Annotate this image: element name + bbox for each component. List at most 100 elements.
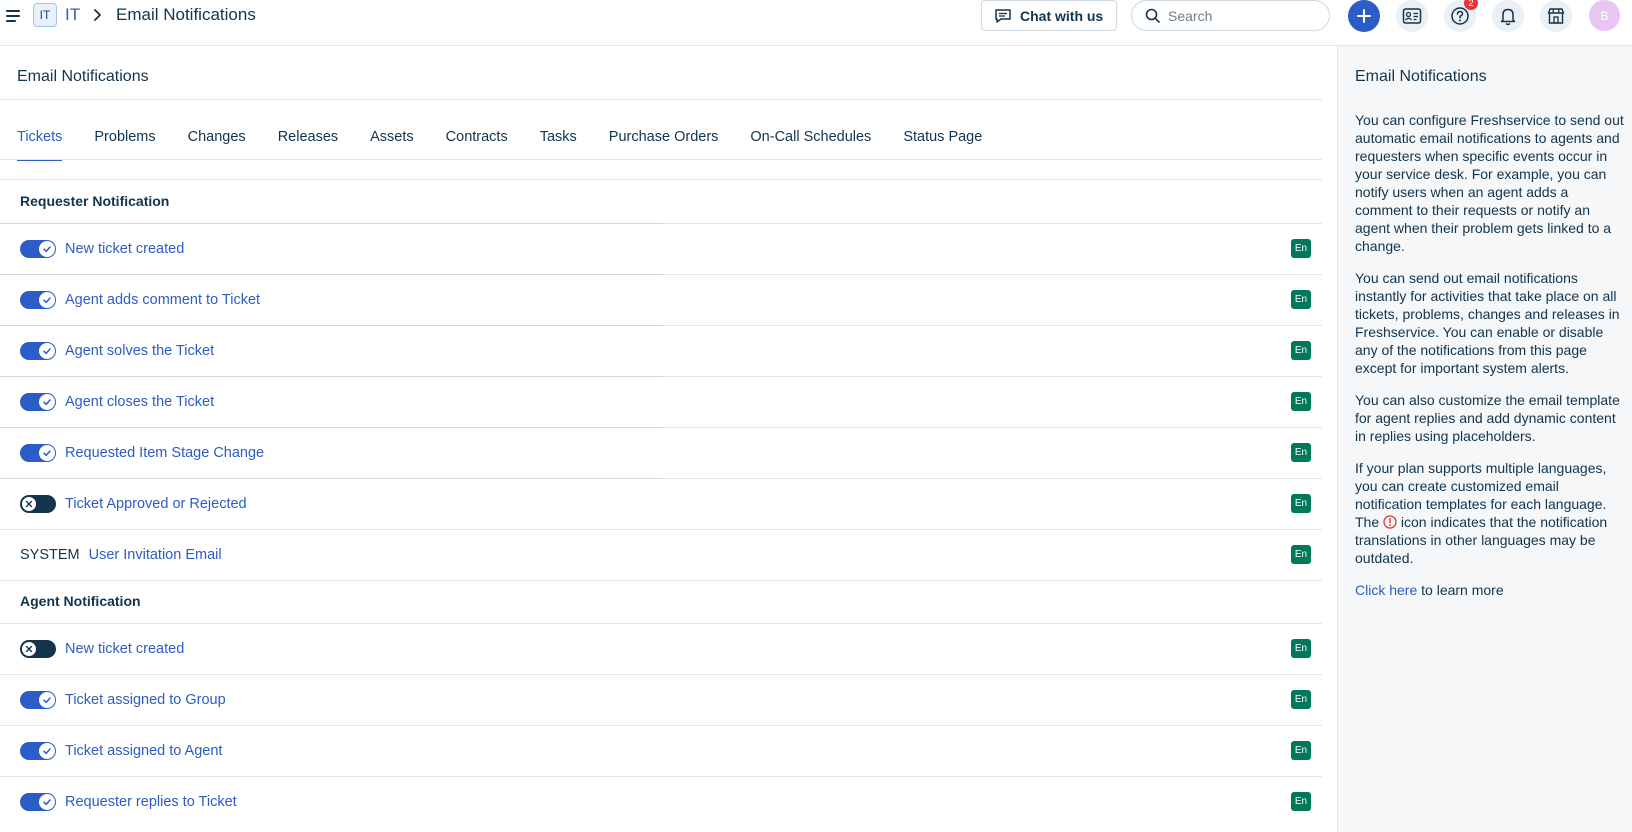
help-badge: 2: [1464, 0, 1478, 10]
module-tabs: Tickets Problems Changes Releases Assets…: [17, 129, 1014, 161]
language-badge[interactable]: En: [1291, 443, 1311, 462]
tab-tasks[interactable]: Tasks: [540, 129, 577, 161]
tab-contracts[interactable]: Contracts: [446, 129, 508, 161]
notification-toggle[interactable]: [20, 342, 56, 360]
help-paragraph: You can configure Freshservice to send o…: [1355, 112, 1624, 254]
bell-icon: [1500, 8, 1516, 26]
check-icon: [43, 297, 51, 304]
content-title: Email Notifications: [17, 68, 149, 85]
top-bar: IT IT Email Notifications Chat with us S…: [0, 0, 1632, 46]
help-text: to learn more: [1421, 582, 1504, 598]
search-box[interactable]: [1131, 0, 1330, 31]
language-badge[interactable]: En: [1291, 239, 1311, 258]
notification-link[interactable]: Ticket assigned to Agent: [65, 743, 222, 759]
tab-divider: [0, 159, 1322, 160]
language-badge[interactable]: En: [1291, 639, 1311, 658]
close-icon: [25, 500, 33, 508]
main-content: Email Notifications Tickets Problems Cha…: [0, 46, 1337, 832]
tab-tickets[interactable]: Tickets: [17, 129, 63, 161]
tab-status-page[interactable]: Status Page: [903, 129, 982, 161]
notification-toggle[interactable]: [20, 793, 56, 811]
side-panel-title: Email Notifications: [1355, 68, 1487, 85]
learn-more-link[interactable]: Click here: [1355, 582, 1417, 598]
new-item-button[interactable]: [1348, 0, 1380, 32]
section-heading-agent: Agent Notification: [20, 593, 141, 609]
list-item: Agent solves the Ticket En: [0, 326, 1322, 376]
check-icon: [43, 348, 51, 355]
language-badge[interactable]: En: [1291, 290, 1311, 309]
list-item: Ticket Approved or Rejected En: [0, 479, 1322, 529]
help-button[interactable]: 2: [1444, 0, 1478, 32]
section-heading-requester: Requester Notification: [20, 193, 170, 209]
outdated-alert-icon: [1383, 515, 1397, 529]
tab-changes[interactable]: Changes: [188, 129, 246, 161]
notification-link[interactable]: Agent adds comment to Ticket: [65, 292, 260, 308]
notification-link[interactable]: Requested Item Stage Change: [65, 445, 264, 461]
notification-link[interactable]: Ticket assigned to Group: [65, 692, 226, 708]
list-item: Ticket assigned to Agent En: [0, 726, 1322, 776]
language-badge[interactable]: En: [1291, 392, 1311, 411]
notification-toggle[interactable]: [20, 393, 56, 411]
notification-link[interactable]: Requester replies to Ticket: [65, 794, 237, 810]
check-icon: [43, 748, 51, 755]
chat-button[interactable]: Chat with us: [981, 0, 1117, 31]
language-badge[interactable]: En: [1291, 690, 1311, 709]
tab-problems[interactable]: Problems: [94, 129, 155, 161]
store-icon: [1547, 8, 1565, 24]
notification-toggle[interactable]: [20, 444, 56, 462]
chat-icon: [995, 8, 1011, 23]
list-item: Requester replies to Ticket En: [0, 777, 1322, 827]
help-paragraph: If your plan supports multiple languages…: [1355, 459, 1625, 567]
notification-link[interactable]: Agent solves the Ticket: [65, 343, 214, 359]
list-item: Requested Item Stage Change En: [0, 428, 1322, 478]
plus-icon: [1357, 9, 1371, 23]
menu-icon[interactable]: [4, 6, 22, 24]
list-item: Ticket assigned to Group En: [0, 675, 1322, 725]
notification-toggle[interactable]: [20, 291, 56, 309]
search-icon: [1145, 8, 1160, 23]
check-icon: [43, 246, 51, 253]
workspace-name[interactable]: IT: [65, 5, 80, 25]
side-panel-body: You can configure Freshservice to send o…: [1355, 111, 1625, 613]
notification-toggle[interactable]: [20, 691, 56, 709]
notification-link[interactable]: Agent closes the Ticket: [65, 394, 214, 410]
notification-toggle[interactable]: [20, 240, 56, 258]
help-paragraph: Click here to learn more: [1355, 581, 1625, 599]
id-card-icon: [1402, 8, 1422, 24]
help-side-panel: Email Notifications You can configure Fr…: [1337, 46, 1632, 832]
help-paragraph: You can also customize the email templat…: [1355, 392, 1620, 444]
notification-toggle[interactable]: [20, 495, 56, 513]
close-icon: [25, 645, 33, 653]
notification-toggle[interactable]: [20, 640, 56, 658]
notifications-button[interactable]: [1492, 0, 1524, 32]
search-input[interactable]: [1168, 7, 1318, 24]
list-item: New ticket created En: [0, 224, 1322, 274]
notification-link[interactable]: Ticket Approved or Rejected: [65, 496, 247, 512]
language-badge[interactable]: En: [1291, 792, 1311, 811]
tab-purchase-orders[interactable]: Purchase Orders: [609, 129, 719, 161]
list-item: Agent closes the Ticket En: [0, 377, 1322, 427]
language-badge[interactable]: En: [1291, 741, 1311, 760]
chevron-right-icon: [94, 9, 101, 21]
list-item: Agent adds comment to Ticket En: [0, 275, 1322, 325]
notification-link[interactable]: New ticket created: [65, 241, 184, 257]
notification-link[interactable]: New ticket created: [65, 641, 184, 657]
list-item: New ticket created En: [0, 624, 1322, 674]
service-catalog-button[interactable]: [1396, 0, 1428, 32]
check-icon: [43, 399, 51, 406]
tab-assets[interactable]: Assets: [370, 129, 414, 161]
check-icon: [43, 799, 51, 806]
divider: [0, 99, 1322, 100]
tab-on-call-schedules[interactable]: On-Call Schedules: [750, 129, 871, 161]
store-button[interactable]: [1540, 0, 1572, 32]
language-badge[interactable]: En: [1291, 494, 1311, 513]
check-icon: [43, 450, 51, 457]
workspace-badge[interactable]: IT: [33, 3, 57, 27]
help-paragraph: You can send out email notifications ins…: [1355, 270, 1620, 376]
tab-releases[interactable]: Releases: [278, 129, 338, 161]
language-badge[interactable]: En: [1291, 341, 1311, 360]
chat-button-label: Chat with us: [1020, 7, 1104, 24]
notification-toggle[interactable]: [20, 742, 56, 760]
page-title: Email Notifications: [116, 5, 256, 24]
user-avatar[interactable]: B: [1589, 0, 1620, 31]
